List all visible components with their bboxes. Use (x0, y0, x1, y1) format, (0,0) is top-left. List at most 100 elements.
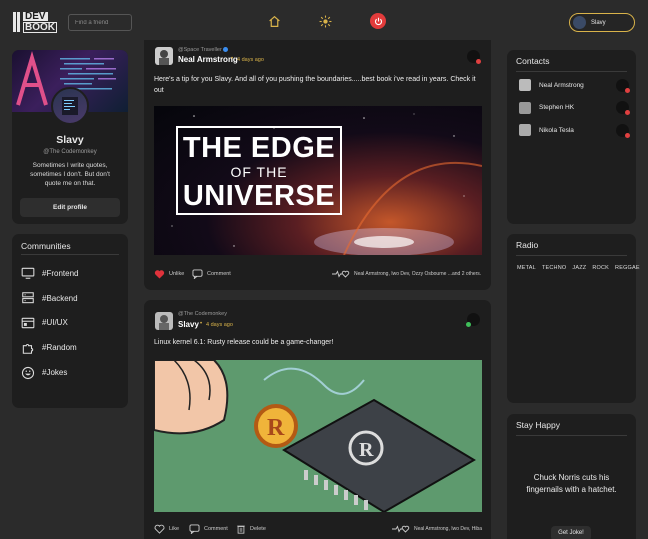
community-backend[interactable]: #Backend (21, 286, 121, 311)
divider (21, 254, 119, 255)
radio-genres: METAL TECHNO JAZZ ROCK REGGAE (517, 265, 640, 271)
author-avatar[interactable] (155, 47, 173, 65)
heartbeat-icon (392, 525, 410, 533)
like-button[interactable]: Like (154, 524, 179, 534)
puzzle-icon (22, 343, 34, 354)
community-frontend[interactable]: #Frontend (21, 261, 121, 286)
author-avatar[interactable] (155, 312, 173, 330)
comment-icon (189, 524, 200, 534)
likes-summary[interactable]: Neal Armstrong, Iwo Dev, Hiba (392, 525, 482, 533)
separator-dot: • (200, 321, 203, 327)
profile-handle: @The Codemonkey (43, 149, 97, 155)
home-icon[interactable] (267, 14, 281, 28)
contacts-title: Contacts (516, 56, 550, 66)
post-text: Here's a tip for you Slavy. And all of y… (154, 76, 476, 94)
book-title-line1: THE EDGE (182, 132, 336, 164)
verified-icon (223, 47, 228, 52)
radio-card: Radio METAL TECHNO JAZZ ROCK REGGAE (507, 234, 640, 403)
community-label: #Random (42, 343, 77, 353)
logo-bottom-text: BOOK (23, 21, 57, 33)
svg-text:R: R (359, 439, 374, 461)
contact-name: Stephen HK (539, 104, 575, 112)
contact-item[interactable]: Neal Armstrong (519, 74, 630, 97)
genre-metal[interactable]: METAL (517, 265, 536, 271)
edit-profile-button[interactable]: Edit profile (20, 198, 120, 217)
get-joke-button[interactable]: Get Joke! (551, 526, 591, 539)
author-subtitle: @The Codemonkey (178, 311, 227, 317)
logo-top-text: DEV (23, 10, 48, 22)
theme-toggle-icon[interactable] (318, 14, 332, 28)
genre-techno[interactable]: TECHNO (542, 265, 566, 271)
book-title-line2: OF THE (230, 164, 288, 180)
community-label: #Backend (42, 293, 78, 303)
post-image[interactable]: THE EDGE OF THE UNIVERSE (154, 106, 482, 255)
radio-title: Radio (516, 240, 539, 250)
author-status-icon (466, 313, 480, 327)
genre-jazz[interactable]: JAZZ (572, 265, 586, 271)
comment-button[interactable]: Comment (192, 269, 231, 279)
author-name[interactable]: Neal Armstrong (178, 55, 238, 64)
stay-happy-title: Stay Happy (516, 420, 560, 430)
joke-text: Chuck Norris cuts his fingernails with a… (526, 473, 617, 494)
separator-dot: • (231, 56, 234, 62)
communities-title: Communities (21, 241, 71, 251)
contact-avatar (519, 124, 531, 137)
action-label: Comment (207, 271, 231, 277)
stay-happy-card: Stay Happy Chuck Norris cuts his fingern… (507, 414, 636, 539)
author-name[interactable]: Slavy (178, 320, 199, 329)
server-icon (22, 292, 34, 304)
genre-reggae[interactable]: REGGAE (615, 265, 640, 271)
search-input[interactable] (68, 14, 132, 31)
communities-card: Communities #Frontend #Backend #UI/UX #R… (12, 234, 128, 408)
contact-avatar (519, 79, 531, 92)
trash-icon (237, 525, 245, 534)
contact-item[interactable]: Nikola Tesla (519, 119, 630, 142)
genre-rock[interactable]: ROCK (592, 265, 609, 271)
book-title-line3: UNIVERSE (182, 180, 336, 212)
contact-name: Neal Armstrong (539, 81, 584, 89)
communities-list: #Frontend #Backend #UI/UX #Random #Jokes (21, 261, 121, 385)
unlike-button[interactable]: Unlike (154, 269, 184, 279)
contact-avatar (519, 101, 531, 114)
post-time: 4 days ago (206, 322, 233, 328)
post-text: Linux kernel 6.1: Rusty release could be… (154, 339, 334, 346)
divider (516, 255, 627, 256)
ui-layout-icon (21, 317, 35, 329)
author-status-icon (467, 50, 481, 64)
contact-item[interactable]: Stephen HK (519, 97, 630, 120)
profile-card: Slavy @The Codemonkey Sometimes I write … (12, 50, 128, 224)
comment-button[interactable]: Comment (189, 524, 228, 534)
logout-power-icon[interactable] (370, 13, 386, 29)
likes-summary[interactable]: Neal Armstrong, Iwo Dev, Ozzy Osbourne .… (332, 270, 481, 278)
author-subtitle: @Space Traveller (178, 47, 222, 53)
profile-bio: Sometimes I write quotes, sometimes I do… (30, 162, 110, 187)
contact-name: Nikola Tesla (539, 126, 574, 134)
community-random[interactable]: #Random (21, 335, 121, 360)
community-label: #Frontend (42, 268, 79, 278)
likes-text: Neal Armstrong, Iwo Dev, Ozzy Osbourne .… (354, 271, 482, 277)
post-image[interactable]: R R (154, 360, 482, 512)
user-name: Slavy (591, 19, 606, 26)
monitor-icon (21, 268, 35, 280)
contacts-card: Contacts Neal Armstrong Stephen HK Nikol… (507, 50, 636, 224)
rust-chip-artwork: R R (154, 360, 476, 512)
contact-status-icon (616, 101, 630, 116)
community-jokes[interactable]: #Jokes (21, 360, 121, 385)
community-uiux[interactable]: #UI/UX (21, 311, 121, 336)
comment-icon (192, 269, 203, 279)
contacts-list: Neal Armstrong Stephen HK Nikola Tesla (519, 74, 630, 142)
divider (516, 71, 627, 72)
heart-filled-icon (154, 270, 165, 279)
action-label: Comment (204, 526, 228, 532)
avatar (573, 16, 586, 29)
logo[interactable]: DEV BOOK (13, 11, 57, 33)
community-label: #Jokes (42, 368, 68, 378)
action-label: Unlike (169, 271, 185, 277)
post-card: @The Codemonkey Slavy • 4 days ago Linux… (144, 300, 491, 539)
contact-status-icon (616, 78, 630, 93)
delete-button[interactable]: Delete (236, 524, 266, 534)
heart-outline-icon (154, 524, 165, 534)
svg-text:R: R (267, 415, 285, 441)
user-menu-button[interactable]: Slavy (569, 13, 635, 32)
likes-text: Neal Armstrong, Iwo Dev, Hiba (414, 526, 482, 532)
